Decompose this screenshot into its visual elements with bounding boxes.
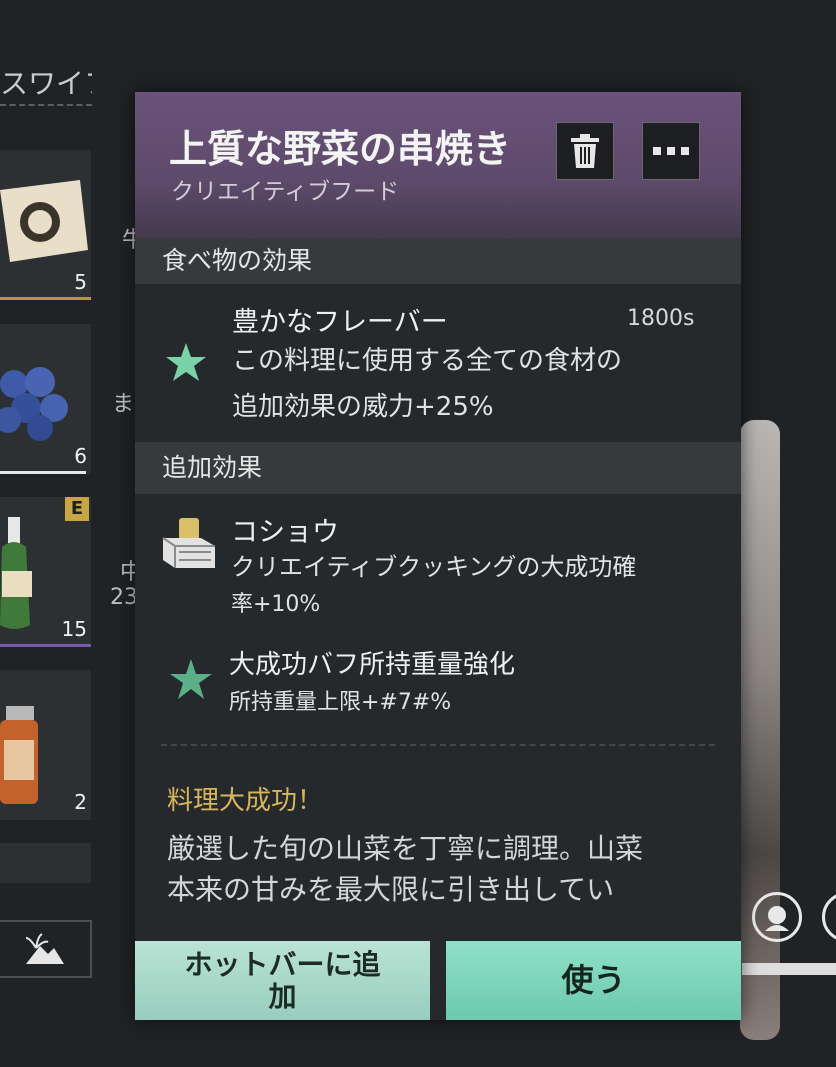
slot-count: 5 — [74, 270, 87, 294]
crate-icon — [162, 518, 215, 568]
effect-duration: 1800s — [627, 306, 695, 331]
island-icon — [25, 933, 64, 964]
inventory-slot[interactable]: 5 — [0, 150, 91, 300]
star-icon — [166, 343, 206, 381]
island-button[interactable] — [0, 920, 92, 978]
background-label: 23 — [110, 585, 138, 610]
item-detail-panel: 上質な野菜の串焼き クリエイティブフード 食べ物の効果 豊かなフレーバー 180… — [135, 92, 741, 1020]
slot-rarity-bar — [0, 644, 91, 647]
use-button[interactable]: 使う — [446, 941, 741, 1020]
star-icon — [170, 659, 212, 699]
item-category: クリエイティブフード — [171, 179, 400, 205]
button-label: 加 — [268, 980, 297, 1013]
item-description: 厳選した旬の山菜を丁寧に調理。山菜 本来の甘みを最大限に引き出してい — [167, 828, 707, 910]
add-to-hotbar-button[interactable]: ホットバーに追 加 — [135, 941, 430, 1020]
slot-count: 6 — [74, 444, 87, 468]
great-success-label: 料理大成功！ — [167, 786, 324, 816]
item-header: 上質な野菜の串焼き クリエイティブフード — [135, 92, 741, 252]
section-header-extra-effects: 追加効果 — [135, 442, 741, 494]
effect-name: 豊かなフレーバー — [232, 307, 448, 338]
extra-effect-description-line: クリエイティブクッキングの大成功確 — [231, 553, 637, 581]
divider — [161, 744, 715, 746]
inventory-tab-title: スワイフ — [0, 62, 92, 106]
extra-effect-description-line: 所持重量上限+#7#% — [229, 690, 452, 715]
section-header-food-effects: 食べ物の効果 — [135, 238, 741, 284]
delete-button[interactable] — [556, 122, 614, 180]
ellipsis-icon — [653, 147, 689, 155]
button-label: ホットバーに追 — [184, 948, 381, 981]
background-label: ま — [112, 392, 135, 417]
item-description-line: 厳選した旬の山菜を丁寧に調理。山菜 — [167, 832, 644, 865]
extra-effect-name: 大成功バフ所持重量強化 — [229, 650, 516, 680]
effect-description-line: この料理に使用する全ての食材の — [232, 346, 623, 376]
equipped-badge: E — [65, 497, 89, 521]
extra-effect-name: コショウ — [231, 517, 339, 548]
effect-description-line: 追加効果の威力+25% — [232, 392, 494, 422]
slot-rarity-bar — [0, 297, 91, 300]
camera-button[interactable] — [822, 892, 836, 942]
extra-effect-description-line: 率+10% — [231, 592, 321, 617]
slot-count: 2 — [74, 790, 87, 814]
inventory-slot[interactable]: E 15 — [0, 497, 91, 647]
more-options-button[interactable] — [642, 122, 700, 180]
inventory-slot[interactable]: 6 — [0, 324, 91, 474]
slot-durability-bar — [0, 471, 86, 474]
inventory-slot[interactable]: 2 — [0, 670, 91, 820]
item-description-line: 本来の甘みを最大限に引き出してい — [167, 873, 615, 906]
item-title: 上質な野菜の串焼き — [169, 127, 512, 171]
head-icon — [765, 906, 789, 931]
character-preview — [740, 420, 780, 1040]
inventory-slot[interactable] — [0, 843, 91, 883]
slot-count: 15 — [61, 617, 87, 641]
portrait-button[interactable] — [752, 892, 802, 942]
slider-track[interactable] — [742, 963, 836, 975]
trash-icon — [571, 134, 599, 168]
